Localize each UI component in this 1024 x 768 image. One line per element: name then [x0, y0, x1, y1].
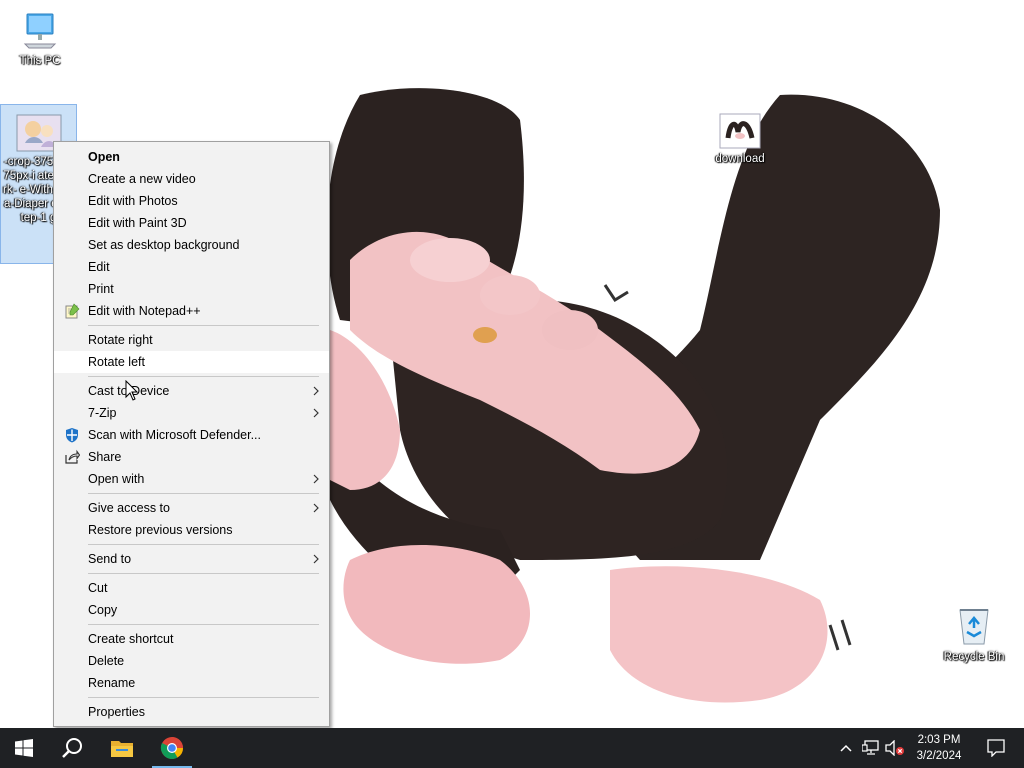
- computer-icon: [23, 13, 57, 49]
- menu-item-label: Send to: [88, 552, 132, 566]
- submenu-arrow-icon: [313, 554, 319, 564]
- search-icon: [62, 738, 82, 758]
- menu-item-label: Set as desktop background: [88, 238, 240, 252]
- menu-item-print[interactable]: Print: [54, 278, 329, 300]
- menu-item-label: Edit: [88, 260, 110, 274]
- menu-item-open-with[interactable]: Open with: [54, 468, 329, 490]
- menu-item-scan-with-microsoft-defender[interactable]: Scan with Microsoft Defender...: [54, 424, 329, 446]
- menu-separator: [88, 325, 319, 326]
- chrome-button[interactable]: [148, 728, 196, 768]
- menu-item-create-shortcut[interactable]: Create shortcut: [54, 628, 329, 650]
- clock[interactable]: 2:03 PM 3/2/2024: [906, 728, 972, 768]
- recycle-bin-icon: [959, 609, 989, 645]
- desktop[interactable]: This PC -crop-375 0-375px-i atermark- e-…: [0, 0, 1024, 728]
- menu-separator: [88, 697, 319, 698]
- menu-item-7-zip[interactable]: 7-Zip: [54, 402, 329, 424]
- menu-item-label: Create a new video: [88, 172, 196, 186]
- desktop-icon-recycle-bin[interactable]: Recycle Bin: [936, 602, 1012, 664]
- taskbar: 2:03 PM 3/2/2024: [0, 728, 1024, 768]
- network-icon: [862, 740, 879, 755]
- menu-item-cast-to-device[interactable]: Cast to Device: [54, 380, 329, 402]
- menu-item-label: Edit with Notepad++: [88, 304, 201, 318]
- menu-item-label: Rotate right: [88, 333, 153, 347]
- menu-item-label: 7-Zip: [88, 406, 117, 420]
- desktop-icon-label: This PC: [19, 55, 61, 67]
- menu-item-label: Scan with Microsoft Defender...: [88, 428, 261, 442]
- show-hidden-icons-button[interactable]: [836, 728, 856, 768]
- menu-item-edit[interactable]: Edit: [54, 256, 329, 278]
- menu-item-rotate-right[interactable]: Rotate right: [54, 329, 329, 351]
- desktop-icon-label: Recycle Bin: [943, 651, 1005, 663]
- desktop-icon-download[interactable]: download: [702, 112, 778, 166]
- clock-time: 2:03 PM: [917, 734, 961, 746]
- menu-item-label: Cut: [88, 581, 108, 595]
- volume-tray-button[interactable]: [884, 728, 906, 768]
- menu-item-label: Rotate left: [88, 355, 145, 369]
- menu-item-label: Edit with Paint 3D: [88, 216, 187, 230]
- menu-item-label: Copy: [88, 603, 118, 617]
- mouse-pointer-icon: [125, 380, 139, 401]
- submenu-arrow-icon: [313, 408, 319, 418]
- menu-item-cut[interactable]: Cut: [54, 577, 329, 599]
- menu-item-open[interactable]: Open: [54, 146, 329, 168]
- menu-item-label: Open with: [88, 472, 145, 486]
- context-menu: Open Create a new video Edit with Photos Ed…: [53, 141, 330, 727]
- clock-date: 3/2/2024: [916, 750, 962, 762]
- menu-item-copy[interactable]: Copy: [54, 599, 329, 621]
- file-explorer-button[interactable]: [98, 728, 146, 768]
- image-thumbnail-icon: [719, 113, 761, 149]
- menu-item-label: Rename: [88, 676, 136, 690]
- share-icon: [65, 449, 80, 464]
- menu-item-give-access-to[interactable]: Give access to: [54, 497, 329, 519]
- menu-separator: [88, 544, 319, 545]
- chrome-icon: [160, 737, 183, 759]
- menu-item-label: Share: [88, 450, 122, 464]
- menu-item-delete[interactable]: Delete: [54, 650, 329, 672]
- menu-item-label: Give access to: [88, 501, 170, 515]
- menu-item-set-as-desktop-background[interactable]: Set as desktop background: [54, 234, 329, 256]
- chevron-up-icon: [840, 744, 852, 752]
- menu-item-label: Open: [88, 150, 120, 164]
- windows-logo-icon: [15, 739, 33, 757]
- defender-shield-icon: [66, 428, 78, 443]
- submenu-arrow-icon: [313, 474, 319, 484]
- desktop-icon-this-pc[interactable]: This PC: [2, 10, 78, 68]
- menu-item-label: Edit with Photos: [88, 194, 178, 208]
- speaker-muted-icon: [885, 740, 904, 756]
- menu-item-edit-with-notepad[interactable]: Edit with Notepad++: [54, 300, 329, 322]
- menu-item-rename[interactable]: Rename: [54, 672, 329, 694]
- menu-item-restore-previous-versions[interactable]: Restore previous versions: [54, 519, 329, 541]
- menu-item-send-to[interactable]: Send to: [54, 548, 329, 570]
- submenu-arrow-icon: [313, 386, 319, 396]
- menu-separator: [88, 493, 319, 494]
- desktop-icon-label: download: [715, 153, 765, 165]
- menu-item-rotate-left[interactable]: Rotate left: [54, 351, 329, 373]
- folder-icon: [111, 741, 133, 757]
- menu-item-label: Delete: [88, 654, 125, 668]
- menu-separator: [88, 573, 319, 574]
- menu-item-label: Create shortcut: [88, 632, 174, 646]
- submenu-arrow-icon: [313, 503, 319, 513]
- menu-item-share[interactable]: Share: [54, 446, 329, 468]
- search-button[interactable]: [48, 728, 96, 768]
- network-tray-button[interactable]: [860, 728, 882, 768]
- menu-item-edit-with-paint-3d[interactable]: Edit with Paint 3D: [54, 212, 329, 234]
- menu-item-create-a-new-video[interactable]: Create a new video: [54, 168, 329, 190]
- action-center-button[interactable]: [976, 728, 1016, 768]
- menu-item-label: Print: [88, 282, 114, 296]
- menu-item-properties[interactable]: Properties: [54, 701, 329, 723]
- menu-separator: [88, 376, 319, 377]
- notification-icon: [987, 739, 1005, 757]
- notepad-plus-plus-icon: [65, 303, 80, 319]
- menu-item-label: Restore previous versions: [88, 523, 233, 537]
- start-button[interactable]: [0, 728, 48, 768]
- menu-item-edit-with-photos[interactable]: Edit with Photos: [54, 190, 329, 212]
- menu-item-label: Properties: [88, 705, 145, 719]
- menu-separator: [88, 624, 319, 625]
